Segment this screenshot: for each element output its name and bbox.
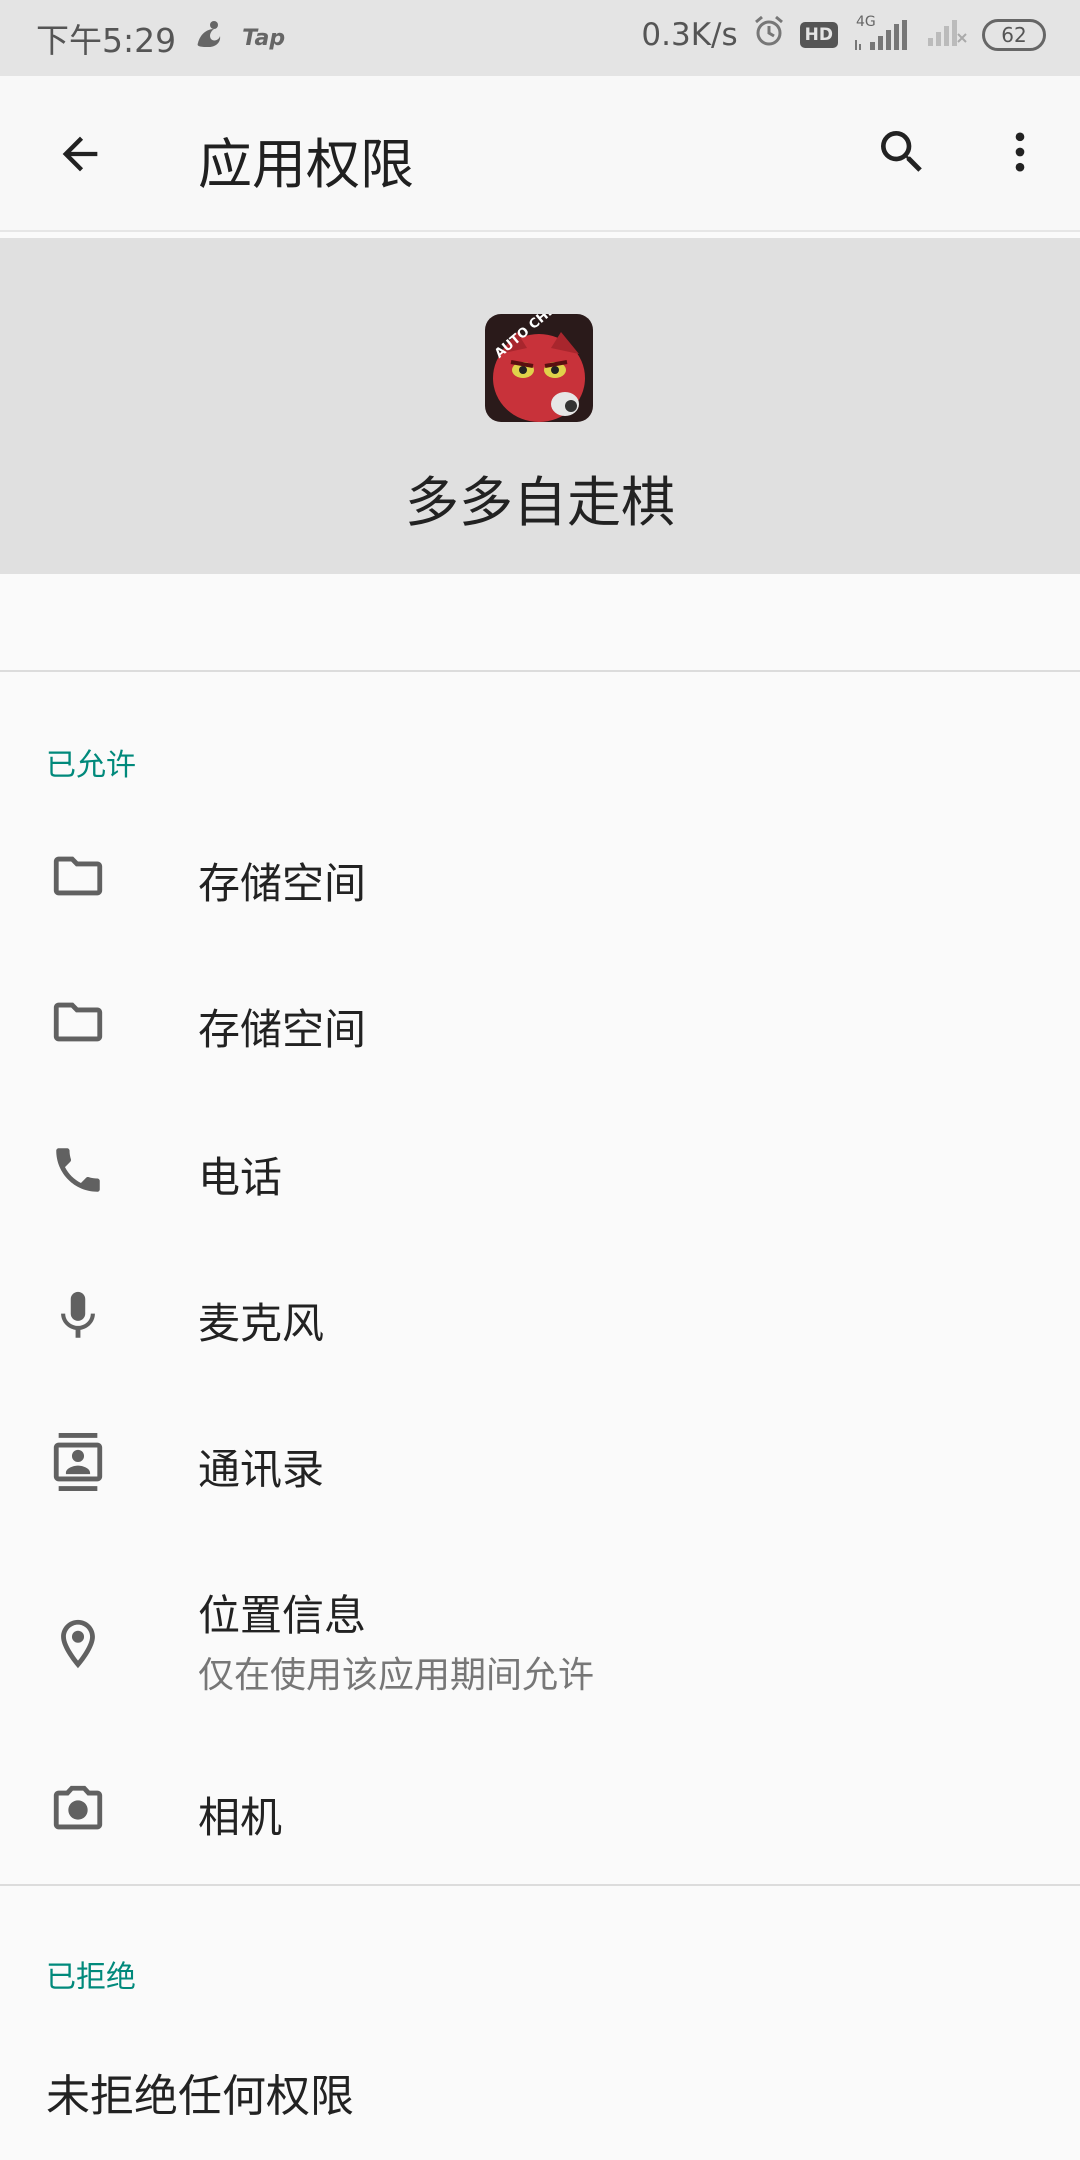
permission-item-microphone[interactable]: 麦克风 — [0, 1246, 1080, 1386]
folder-icon — [42, 986, 114, 1058]
permission-item-camera[interactable]: 相机 — [0, 1740, 1080, 1880]
permission-item-storage[interactable]: 存储空间 — [0, 806, 1080, 946]
signal-empty-icon — [924, 14, 968, 56]
permission-label: 存储空间 — [198, 1005, 367, 1054]
search-button[interactable] — [866, 116, 938, 188]
camera-icon — [42, 1774, 114, 1846]
status-bar: 下午5:29 Tap 0.3K/s HD 4G 62 — [0, 0, 1080, 76]
signal-icon: 4G — [852, 14, 910, 52]
permission-sublabel: 仅在使用该应用期间允许 — [198, 1655, 595, 1696]
uc-browser-icon — [192, 17, 226, 59]
back-button[interactable] — [44, 118, 116, 190]
permission-item-storage-2[interactable]: 存储空间 — [0, 952, 1080, 1092]
permission-label: 麦克风 — [198, 1299, 325, 1348]
phone-icon — [42, 1134, 114, 1206]
app-icon: AUTO CHESS — [485, 314, 593, 422]
search-icon — [881, 131, 922, 172]
alarm-icon — [752, 14, 786, 56]
app-toolbar: 应用权限 — [0, 76, 1080, 232]
denied-section-title: 已拒绝 — [46, 1960, 136, 1995]
allowed-section-title: 已允许 — [46, 748, 136, 783]
divider — [0, 670, 1080, 672]
location-icon — [42, 1608, 114, 1680]
app-header: AUTO CHESS 多多自走棋 — [0, 238, 1080, 574]
more-options-button[interactable] — [984, 116, 1056, 188]
permission-label: 位置信息 — [198, 1591, 367, 1640]
network-speed: 0.3K/s — [641, 17, 738, 53]
arrow-back-icon — [62, 136, 98, 172]
permission-label: 电话 — [198, 1153, 283, 1202]
status-time: 下午5:29 — [36, 21, 177, 60]
battery-indicator: 62 — [982, 19, 1046, 51]
permission-item-location[interactable]: 位置信息 仅在使用该应用期间允许 — [0, 1560, 1080, 1740]
folder-icon — [42, 840, 114, 912]
app-name: 多多自走棋 — [405, 471, 675, 534]
no-denied-permissions-text: 未拒绝任何权限 — [46, 2071, 354, 2122]
permission-label: 通讯录 — [198, 1445, 325, 1494]
hd-badge: HD — [799, 22, 838, 48]
more-vert-icon — [1015, 132, 1025, 172]
permission-item-phone[interactable]: 电话 — [0, 1100, 1080, 1240]
permission-label: 相机 — [198, 1793, 283, 1842]
permission-item-contacts[interactable]: 通讯录 — [0, 1392, 1080, 1532]
microphone-icon — [42, 1280, 114, 1352]
page-title: 应用权限 — [198, 133, 414, 196]
divider — [0, 1884, 1080, 1886]
permission-label: 存储空间 — [198, 859, 367, 908]
contacts-icon — [42, 1426, 114, 1498]
tap-label: Tap — [242, 25, 286, 51]
